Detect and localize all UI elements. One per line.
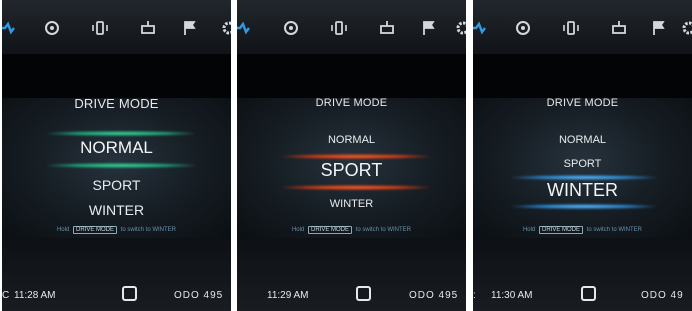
car-status-icon[interactable] [138, 18, 158, 38]
option-winter[interactable]: WINTER [2, 202, 231, 218]
top-icon-bar [473, 0, 692, 54]
home-square-icon[interactable] [356, 286, 371, 301]
tire-pressure-icon[interactable] [42, 18, 62, 38]
hint-suffix: to switch to WINTER [355, 227, 412, 233]
status-band [2, 54, 231, 98]
drive-assist-icon[interactable] [2, 18, 16, 38]
tire-pressure-icon[interactable] [281, 18, 301, 38]
option-normal[interactable]: NORMAL [237, 134, 466, 146]
cluster-screen-winter: DRIVE MODE NORMAL SPORT WINTER Hold DRIV… [473, 0, 692, 311]
car-status-icon[interactable] [377, 18, 397, 38]
edge-glyph: C [2, 290, 10, 301]
option-normal[interactable]: NORMAL [473, 134, 692, 146]
car-status-icon[interactable] [609, 18, 629, 38]
drive-mode-key: DRIVE MODE [538, 226, 583, 234]
switch-hint: Hold DRIVE MODE to switch to WINTER [237, 226, 466, 234]
home-square-icon[interactable] [122, 286, 137, 301]
option-winter[interactable]: WINTER [237, 198, 466, 210]
selection-glow-bottom [511, 204, 657, 209]
seat-icon[interactable] [561, 18, 581, 38]
drive-mode-title: DRIVE MODE [546, 97, 619, 109]
drive-assist-icon[interactable] [473, 18, 487, 38]
tire-pressure-icon[interactable] [513, 18, 533, 38]
cluster-comparison: DRIVE MODE NORMAL SPORT WINTER Hold DRIV… [0, 0, 692, 311]
selection-glow-bottom [281, 185, 431, 190]
switch-hint: Hold DRIVE MODE to switch to WINTER [473, 226, 692, 234]
drive-mode-key: DRIVE MODE [307, 226, 352, 234]
option-winter-selected[interactable]: WINTER [473, 180, 692, 201]
top-icon-bar [237, 0, 466, 54]
cluster-screen-sport: DRIVE MODE NORMAL SPORT WINTER Hold DRIV… [237, 0, 466, 311]
seat-icon[interactable] [329, 18, 349, 38]
seat-icon[interactable] [90, 18, 110, 38]
drive-mode-key: DRIVE MODE [72, 226, 117, 234]
clock: 11:30 AM [491, 290, 533, 301]
drive-mode-title: DRIVE MODE [315, 97, 388, 109]
clock: 11:28 AM [14, 290, 56, 301]
switch-hint: Hold DRIVE MODE to switch to WINTER [2, 226, 231, 234]
settings-icon[interactable] [679, 18, 692, 38]
drive-assist-icon[interactable] [237, 18, 251, 38]
settings-icon[interactable] [453, 18, 466, 38]
odometer: ODO 49 [641, 290, 684, 301]
selection-glow-bottom [46, 163, 196, 168]
selection-glow-top [281, 154, 431, 159]
hint-suffix: to switch to WINTER [120, 227, 177, 233]
flag-icon[interactable] [419, 18, 439, 38]
odometer: ODO 495 [409, 290, 459, 301]
cluster-screen-normal: DRIVE MODE NORMAL SPORT WINTER Hold DRIV… [2, 0, 231, 311]
top-icon-bar [2, 0, 231, 54]
flag-icon[interactable] [180, 18, 200, 38]
status-band [473, 54, 692, 98]
hint-prefix: Hold [56, 227, 70, 233]
option-normal-selected[interactable]: NORMAL [2, 138, 231, 158]
flag-icon[interactable] [649, 18, 669, 38]
hint-prefix: Hold [522, 227, 536, 233]
hint-prefix: Hold [291, 227, 305, 233]
status-band [237, 54, 466, 98]
option-sport[interactable]: SPORT [2, 177, 231, 193]
home-square-icon[interactable] [581, 286, 596, 301]
option-sport-selected[interactable]: SPORT [237, 160, 466, 181]
hint-suffix: to switch to WINTER [586, 227, 643, 233]
drive-mode-title: DRIVE MODE [74, 96, 159, 111]
clock: 11:29 AM [267, 290, 309, 301]
odometer: ODO 495 [174, 290, 224, 301]
option-sport[interactable]: SPORT [473, 158, 692, 170]
selection-glow-top [46, 131, 196, 136]
edge-glyph: : [473, 290, 476, 301]
settings-icon[interactable] [219, 18, 231, 38]
